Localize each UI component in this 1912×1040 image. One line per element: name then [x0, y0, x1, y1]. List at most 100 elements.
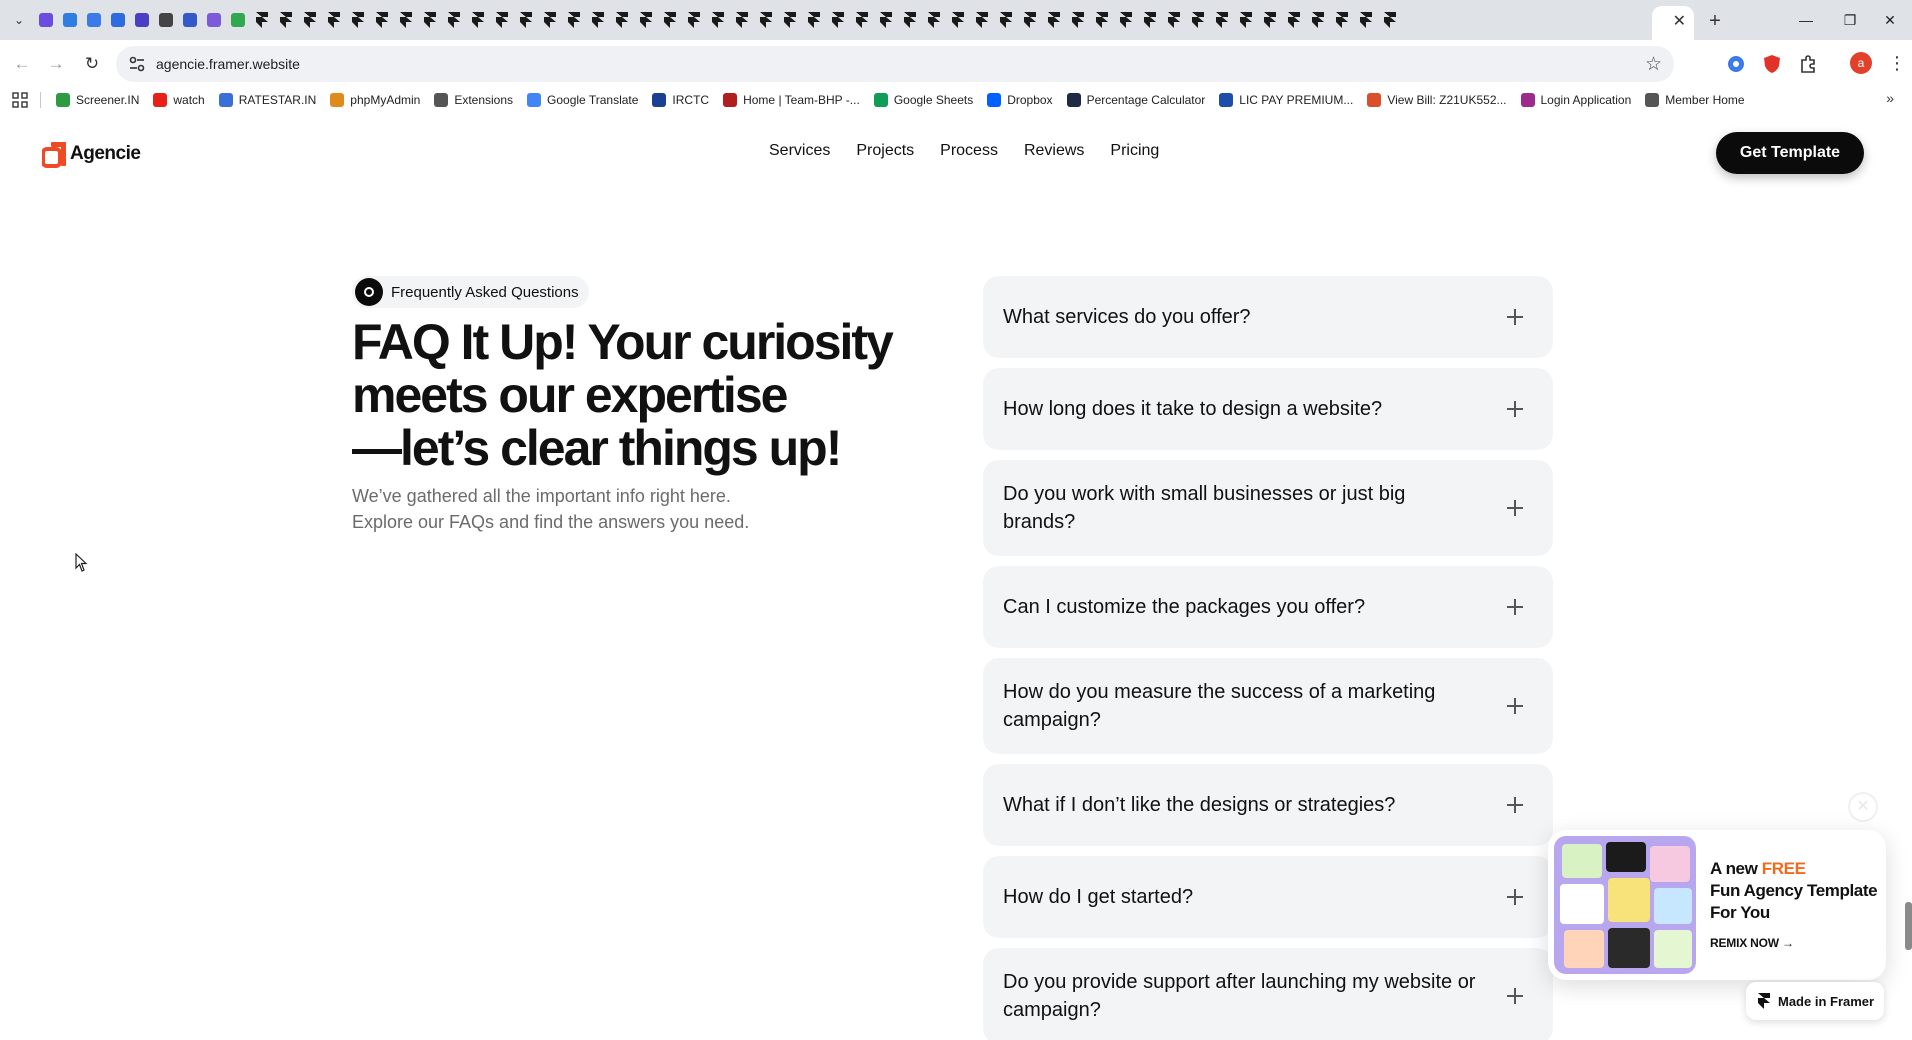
- framer-tab-icon[interactable]: [660, 10, 680, 30]
- framer-tab-icon[interactable]: [1284, 10, 1304, 30]
- framer-tab-icon[interactable]: [804, 10, 824, 30]
- tab-favicon[interactable]: [228, 10, 248, 30]
- plus-icon[interactable]: [1507, 401, 1523, 417]
- faq-item[interactable]: What services do you offer?: [983, 276, 1553, 358]
- framer-tab-icon[interactable]: [876, 10, 896, 30]
- framer-tab-icon[interactable]: [348, 10, 368, 30]
- faq-item[interactable]: Can I customize the packages you offer?: [983, 566, 1553, 648]
- tab-favicon[interactable]: [204, 10, 224, 30]
- bookmark-item[interactable]: watch: [153, 93, 205, 107]
- more-bookmarks-icon[interactable]: »: [1886, 90, 1894, 106]
- framer-tab-icon[interactable]: [1332, 10, 1352, 30]
- back-arrow-icon[interactable]: ←: [10, 52, 34, 76]
- bookmark-item[interactable]: Percentage Calculator: [1066, 93, 1205, 107]
- tab-search-chevron-icon[interactable]: ⌄: [10, 11, 28, 29]
- restore-button[interactable]: ❐: [1828, 6, 1872, 34]
- framer-tab-icon[interactable]: [900, 10, 920, 30]
- framer-tab-icon[interactable]: [996, 10, 1016, 30]
- framer-tab-icon[interactable]: [444, 10, 464, 30]
- framer-tab-icon[interactable]: [1116, 10, 1136, 30]
- plus-icon[interactable]: [1507, 698, 1523, 714]
- framer-tab-icon[interactable]: [828, 10, 848, 30]
- framer-tab-icon[interactable]: [708, 10, 728, 30]
- browser-menu-icon[interactable]: ⋮: [1888, 52, 1906, 74]
- plus-icon[interactable]: [1507, 309, 1523, 325]
- framer-tab-icon[interactable]: [396, 10, 416, 30]
- framer-tab-icon[interactable]: [1212, 10, 1232, 30]
- framer-tab-icon[interactable]: [516, 10, 536, 30]
- forward-arrow-icon[interactable]: →: [44, 52, 68, 76]
- framer-tab-icon[interactable]: [1236, 10, 1256, 30]
- framer-tab-icon[interactable]: [252, 10, 272, 30]
- nav-process[interactable]: Process: [940, 142, 998, 160]
- address-bar[interactable]: agencie.framer.website ☆: [116, 46, 1674, 82]
- framer-tab-icon[interactable]: [972, 10, 992, 30]
- framer-tab-icon[interactable]: [612, 10, 632, 30]
- faq-item[interactable]: How do I get started?: [983, 856, 1553, 938]
- nav-projects[interactable]: Projects: [856, 142, 914, 160]
- bookmark-item[interactable]: Google Translate: [527, 93, 638, 107]
- shield-extension-icon[interactable]: [1760, 52, 1784, 76]
- bookmark-item[interactable]: phpMyAdmin: [330, 93, 420, 107]
- nav-services[interactable]: Services: [769, 142, 830, 160]
- bookmark-item[interactable]: Google Sheets: [873, 93, 973, 107]
- bookmark-item[interactable]: Login Application: [1520, 93, 1631, 107]
- faq-item[interactable]: How do you measure the success of a mark…: [983, 658, 1553, 754]
- nav-reviews[interactable]: Reviews: [1024, 142, 1084, 160]
- promo-card[interactable]: A new FREE Fun Agency Template For You R…: [1548, 830, 1886, 980]
- apps-grid-icon[interactable]: [12, 92, 28, 108]
- page-scrollbar-thumb[interactable]: [1905, 902, 1912, 950]
- framer-tab-icon[interactable]: [1020, 10, 1040, 30]
- plus-icon[interactable]: [1507, 797, 1523, 813]
- plus-icon[interactable]: [1507, 889, 1523, 905]
- puzzle-icon[interactable]: [1796, 52, 1820, 76]
- site-settings-icon[interactable]: [128, 55, 146, 73]
- reload-icon[interactable]: ↻: [80, 52, 104, 76]
- framer-tab-icon[interactable]: [948, 10, 968, 30]
- framer-tab-icon[interactable]: [684, 10, 704, 30]
- framer-tab-icon[interactable]: [924, 10, 944, 30]
- active-tab[interactable]: ✕: [1652, 6, 1694, 40]
- extension-gear-icon[interactable]: [1724, 52, 1748, 76]
- faq-item[interactable]: How long does it take to design a websit…: [983, 368, 1553, 450]
- framer-tab-icon[interactable]: [420, 10, 440, 30]
- framer-tab-icon[interactable]: [300, 10, 320, 30]
- plus-icon[interactable]: [1507, 988, 1523, 1004]
- framer-tab-icon[interactable]: [1356, 10, 1376, 30]
- bookmark-item[interactable]: Dropbox: [987, 93, 1053, 107]
- bookmark-item[interactable]: Screener.IN: [56, 93, 139, 107]
- bookmark-item[interactable]: LIC PAY PREMIUM...: [1219, 93, 1353, 107]
- framer-tab-icon[interactable]: [372, 10, 392, 30]
- bookmark-item[interactable]: View Bill: Z21UK552...: [1367, 93, 1507, 107]
- framer-tab-icon[interactable]: [1140, 10, 1160, 30]
- framer-tab-icon[interactable]: [492, 10, 512, 30]
- framer-tab-icon[interactable]: [588, 10, 608, 30]
- framer-tab-icon[interactable]: [468, 10, 488, 30]
- framer-tab-icon[interactable]: [756, 10, 776, 30]
- faq-item[interactable]: What if I don’t like the designs or stra…: [983, 764, 1553, 846]
- close-tab-icon[interactable]: ✕: [1673, 13, 1686, 31]
- faq-item[interactable]: Do you work with small businesses or jus…: [983, 460, 1553, 556]
- bookmark-item[interactable]: Member Home: [1645, 93, 1745, 107]
- framer-tab-icon[interactable]: [732, 10, 752, 30]
- framer-tab-icon[interactable]: [276, 10, 296, 30]
- framer-tab-icon[interactable]: [540, 10, 560, 30]
- plus-icon[interactable]: [1507, 500, 1523, 516]
- tab-favicon[interactable]: [36, 10, 56, 30]
- tab-favicon[interactable]: [180, 10, 200, 30]
- new-tab-button[interactable]: +: [1704, 10, 1726, 32]
- bookmark-item[interactable]: RATESTAR.IN: [218, 93, 316, 107]
- framer-tab-icon[interactable]: [564, 10, 584, 30]
- framer-tab-icon[interactable]: [1188, 10, 1208, 30]
- minimize-button[interactable]: —: [1784, 6, 1828, 34]
- promo-close-icon[interactable]: ✕: [1848, 792, 1878, 822]
- close-window-button[interactable]: ✕: [1868, 6, 1912, 34]
- framer-tab-icon[interactable]: [1308, 10, 1328, 30]
- framer-tab-icon[interactable]: [1044, 10, 1064, 30]
- framer-tab-icon[interactable]: [1380, 10, 1400, 30]
- tab-favicon[interactable]: [84, 10, 104, 30]
- tab-favicon[interactable]: [132, 10, 152, 30]
- framer-tab-icon[interactable]: [324, 10, 344, 30]
- framer-tab-icon[interactable]: [636, 10, 656, 30]
- framer-tab-icon[interactable]: [1260, 10, 1280, 30]
